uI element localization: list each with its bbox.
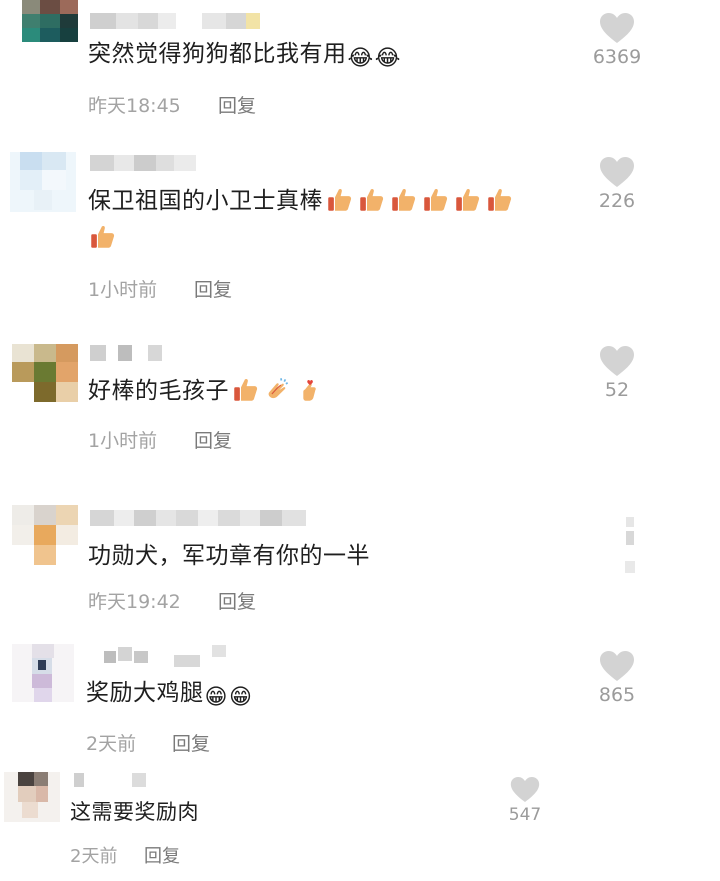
like-button[interactable]: 6369 — [582, 12, 652, 68]
comment-time: 2天前 — [86, 733, 137, 755]
like-count: 226 — [598, 190, 636, 212]
like-count: 865 — [598, 684, 636, 706]
thumbs-up-icon — [234, 379, 258, 401]
comment-time: 2天前 — [70, 846, 118, 867]
reply-button[interactable]: 回复 — [218, 91, 256, 118]
comment-time: 1小时前 — [88, 279, 158, 301]
like-button[interactable]: 226 — [582, 156, 652, 212]
like-button[interactable]: 547 — [490, 776, 560, 825]
like-count: 52 — [604, 379, 630, 401]
clapping-hands-icon — [268, 378, 289, 399]
avatar[interactable] — [4, 772, 60, 822]
username[interactable] — [90, 155, 210, 171]
comment-text: 功勋犬，军功章有你的一半 — [88, 543, 370, 569]
reply-button[interactable]: 回复 — [144, 842, 180, 868]
comment-time: 1小时前 — [88, 430, 158, 452]
heart-icon — [600, 13, 634, 43]
thumbs-up-icon — [424, 189, 448, 211]
comment-text: 保卫祖国的小卫士真棒 — [88, 183, 515, 219]
heart-icon — [625, 517, 635, 573]
comment-time: 昨天19:42 — [88, 591, 181, 613]
thumbs-up-icon — [91, 226, 115, 248]
reply-button[interactable]: 回复 — [172, 729, 210, 756]
thumbs-up-icon — [360, 189, 384, 211]
heart-icon — [510, 777, 540, 802]
comment-text: 奖励大鸡腿😁😁 — [86, 680, 253, 710]
like-count: 547 — [508, 805, 542, 825]
grinning-face-icon: 😁 — [204, 685, 228, 710]
heart-icon — [600, 157, 634, 187]
heart-icon — [600, 346, 634, 376]
comment-text: 这需要奖励肉 — [70, 800, 199, 824]
like-button[interactable]: 865 — [582, 650, 652, 706]
reply-button[interactable]: 回复 — [194, 275, 232, 302]
thumbs-up-icon — [328, 189, 352, 211]
thumbs-up-icon — [392, 189, 416, 211]
heart-icon — [600, 651, 634, 681]
like-count: 6369 — [592, 46, 642, 68]
comment-text: 好棒的毛孩子 — [88, 373, 325, 409]
username[interactable] — [74, 773, 164, 789]
avatar[interactable] — [12, 344, 78, 402]
comment-time: 昨天18:45 — [88, 95, 181, 117]
reply-button[interactable]: 回复 — [218, 587, 256, 614]
grinning-face-icon: 😁 — [228, 685, 253, 710]
username[interactable] — [90, 510, 310, 526]
thumbs-up-icon — [488, 189, 512, 211]
comment-text-continuation — [86, 220, 118, 256]
avatar[interactable] — [22, 0, 78, 56]
username[interactable] — [90, 13, 270, 29]
like-button[interactable] — [582, 517, 652, 579]
like-button[interactable]: 52 — [582, 345, 652, 401]
thumbs-up-icon — [456, 189, 480, 211]
finger-heart-icon — [303, 379, 316, 401]
tears-of-joy-icon: 😂 — [347, 46, 374, 71]
avatar[interactable] — [10, 152, 76, 212]
username[interactable] — [90, 345, 170, 361]
avatar[interactable] — [12, 505, 78, 567]
username[interactable] — [104, 645, 234, 667]
reply-button[interactable]: 回复 — [194, 426, 232, 453]
tears-of-joy-icon: 😂 — [374, 46, 401, 71]
avatar[interactable] — [12, 644, 74, 702]
comment-text: 突然觉得狗狗都比我有用😂😂 — [88, 41, 401, 71]
